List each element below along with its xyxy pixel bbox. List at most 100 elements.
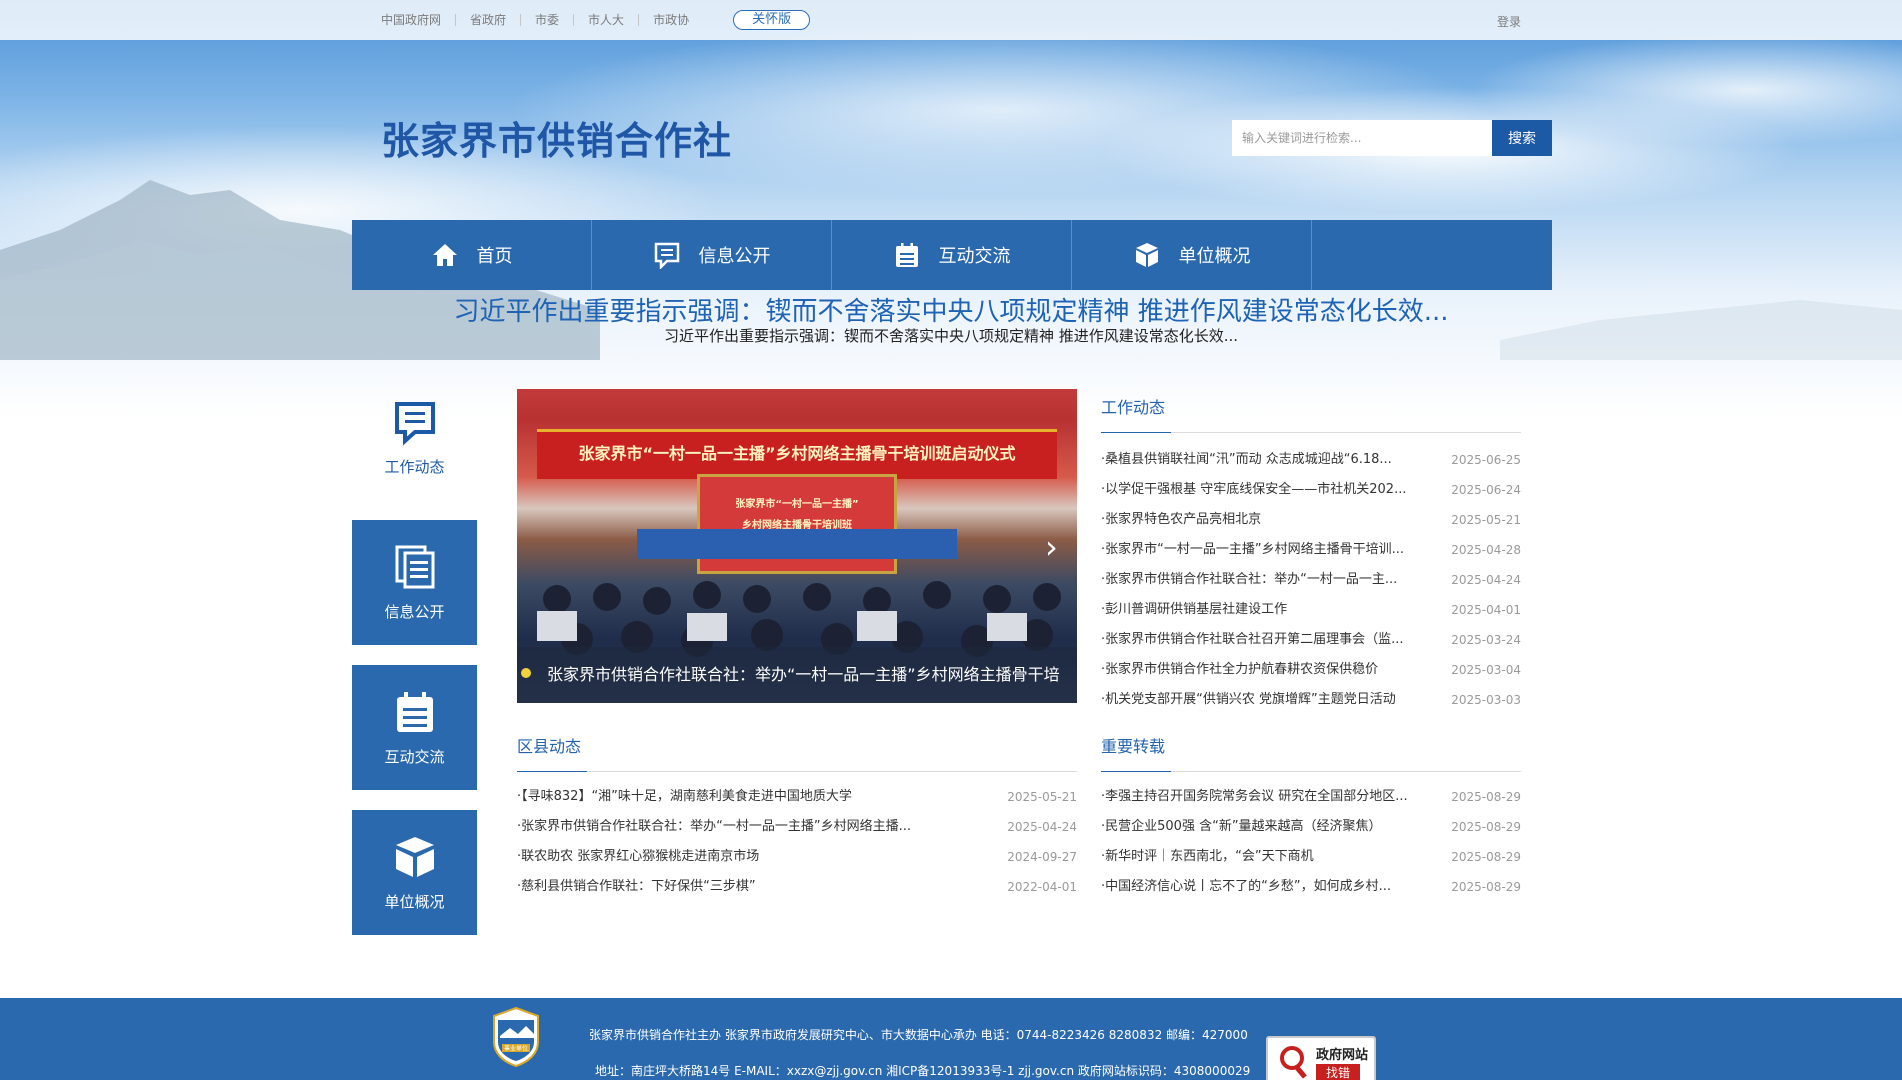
list-item[interactable]: ·彭川普调研供销基层社建设工作 2025-04-01 [1101, 595, 1521, 625]
box-icon [395, 837, 434, 877]
search-box: 搜索 [1232, 120, 1552, 156]
panel-title[interactable]: 重要转载 [1101, 732, 1521, 772]
news-title[interactable]: ·以学促干强根基 守牢底线保安全——市社机关202... [1101, 475, 1406, 505]
side-item-about[interactable]: 单位概况 [352, 810, 477, 935]
list-item[interactable]: ·李强主持召开国务院常务会议 研究在全国部分地区... 2025-08-29 [1101, 782, 1521, 812]
news-title[interactable]: ·桑植县供销联社闻“汛”而动 众志成城迎战“6.18... [1101, 445, 1392, 475]
news-title[interactable]: ·彭川普调研供销基层社建设工作 [1101, 595, 1287, 625]
list-item[interactable]: ·张家界市供销合作社全力护航春耕农资保供稳价 2025-03-04 [1101, 655, 1521, 685]
news-date: 2025-05-21 [1451, 513, 1521, 527]
news-title[interactable]: ·联农助农 张家界红心猕猴桃走进南京市场 [517, 842, 759, 872]
list-item[interactable]: ·机关党支部开展“供销兴农 党旗增辉”主题党日活动 2025-03-03 [1101, 685, 1521, 715]
nav-item-home[interactable]: 首页 [352, 220, 592, 290]
county-news-panel: 区县动态 ·【寻味832】“湘”味十足，湖南慈利美食走进中国地质大学 2025-0… [517, 732, 1077, 902]
carousel-caption[interactable]: 张家界市供销合作社联合社：举办“一村一品一主播”乡村网络主播骨干培 [517, 647, 1077, 703]
news-title[interactable]: ·张家界特色农产品亮相北京 [1101, 505, 1261, 535]
chevron-right-icon[interactable]: › [1045, 529, 1069, 565]
side-item-label: 单位概况 [384, 893, 445, 911]
news-list: ·桑植县供销联社闻“汛”而动 众志成城迎战“6.18... 2025-06-25 … [1101, 445, 1521, 715]
toplink-province[interactable]: 省政府 [456, 14, 522, 26]
news-date: 2025-04-24 [1007, 820, 1077, 834]
news-date: 2025-03-24 [1451, 633, 1521, 647]
side-menu: 工作动态 信息公开 互动交流 单位概况 [352, 375, 477, 955]
message-icon [653, 241, 681, 269]
news-title[interactable]: ·李强主持召开国务院常务会议 研究在全国部分地区... [1101, 782, 1408, 812]
news-title[interactable]: ·慈利县供销合作联社：下好保供“三步棋” [517, 872, 756, 902]
news-title[interactable]: ·张家界市“一村一品一主播”乡村网络主播骨干培训... [1101, 535, 1404, 565]
footer-address-line: 地址：南庄坪大桥路14号 E-MAIL：xxzx@zjj.gov.cn 湘ICP… [595, 1064, 1251, 1078]
side-item-info[interactable]: 信息公开 [352, 520, 477, 645]
side-item-interaction[interactable]: 互动交流 [352, 665, 477, 790]
news-title[interactable]: ·民营企业500强 含“新”量越来越高（经济聚焦） [1101, 812, 1382, 842]
search-input[interactable] [1232, 120, 1492, 156]
message-icon [394, 402, 435, 446]
clipboard-icon [893, 241, 921, 269]
nav-label: 互动交流 [938, 246, 1011, 267]
toplink-cppcc[interactable]: 市政协 [639, 14, 703, 26]
reprint-news-panel: 重要转载 ·李强主持召开国务院常务会议 研究在全国部分地区... 2025-08-… [1101, 732, 1521, 902]
side-item-label: 互动交流 [384, 748, 445, 766]
news-date: 2025-08-29 [1451, 880, 1521, 894]
news-title[interactable]: ·张家界市供销合作社联合社召开第二届理事会（监... [1101, 625, 1404, 655]
toplink-gov-cn[interactable]: 中国政府网 [381, 14, 457, 26]
report-error-badge[interactable]: 政府网站 找错 [1266, 1036, 1376, 1080]
list-item[interactable]: ·桑植县供销联社闻“汛”而动 众志成城迎战“6.18... 2025-06-25 [1101, 445, 1521, 475]
news-title[interactable]: ·【寻味832】“湘”味十足，湖南慈利美食走进中国地质大学 [517, 782, 852, 812]
list-item[interactable]: ·张家界市供销合作社联合社：举办“一村一品一主... 2025-04-24 [1101, 565, 1521, 595]
toplink-party[interactable]: 市委 [521, 14, 575, 26]
magnifier-icon [1280, 1046, 1307, 1079]
institution-emblem-icon[interactable]: 事业单位 [490, 1006, 542, 1068]
list-item[interactable]: ·新华时评｜东西南北，“会”天下商机 2025-08-29 [1101, 842, 1521, 872]
side-item-label: 信息公开 [384, 603, 445, 621]
footer-info-line: 张家界市供销合作社主办 张家界市政府发展研究中心、市大数据中心承办 电话：074… [589, 1028, 1248, 1042]
news-date: 2025-03-04 [1451, 663, 1521, 677]
list-item[interactable]: ·民营企业500强 含“新”量越来越高（经济聚焦） 2025-08-29 [1101, 812, 1521, 842]
news-date: 2025-04-28 [1451, 543, 1521, 557]
site-title: 张家界市供销合作社 [381, 118, 733, 163]
list-item[interactable]: ·中国经济信心说丨忘不了的“乡愁”，如何成乡村... 2025-08-29 [1101, 872, 1521, 902]
list-item[interactable]: ·张家界特色农产品亮相北京 2025-05-21 [1101, 505, 1521, 535]
panel-title[interactable]: 工作动态 [1101, 393, 1521, 433]
nav-item-about[interactable]: 单位概况 [1072, 220, 1312, 290]
nav-item-info[interactable]: 信息公开 [592, 220, 832, 290]
news-title[interactable]: ·中国经济信心说丨忘不了的“乡愁”，如何成乡村... [1101, 872, 1391, 902]
news-date: 2025-08-29 [1451, 850, 1521, 864]
news-date: 2025-06-24 [1451, 483, 1521, 497]
news-title[interactable]: ·张家界市供销合作社联合社：举办“一村一品一主播”乡村网络主播... [517, 812, 911, 842]
news-title[interactable]: ·新华时评｜东西南北，“会”天下商机 [1101, 842, 1314, 872]
news-date: 2024-09-27 [1007, 850, 1077, 864]
news-date: 2025-08-29 [1451, 820, 1521, 834]
badge-label: 政府网站 [1316, 1048, 1369, 1063]
list-item[interactable]: ·张家界市“一村一品一主播”乡村网络主播骨干培训... 2025-04-28 [1101, 535, 1521, 565]
top-links: 中国政府网 省政府 市委 市人大 市政协 关怀版 [381, 0, 811, 40]
side-item-work-news[interactable]: 工作动态 [352, 375, 477, 500]
news-date: 2025-04-01 [1451, 603, 1521, 617]
list-item[interactable]: ·慈利县供销合作联社：下好保供“三步棋” 2022-04-01 [517, 872, 1077, 902]
search-button[interactable]: 搜索 [1492, 120, 1552, 156]
list-item[interactable]: ·联农助农 张家界红心猕猴桃走进南京市场 2024-09-27 [517, 842, 1077, 872]
news-carousel[interactable]: 张家界市“一村一品一主播”乡村网络主播骨干培训班启动仪式 张家界市“一村一品一主… [517, 389, 1077, 703]
headline-subtitle[interactable]: 习近平作出重要指示强调：锲而不舍落实中央八项规定精神 推进作风建设常态化长效..… [0, 325, 1902, 346]
list-item[interactable]: ·以学促干强根基 守牢底线保安全——市社机关202... 2025-06-24 [1101, 475, 1521, 505]
main-nav: 首页 信息公开 互动交流 单位概况 [352, 220, 1552, 290]
news-date: 2025-08-29 [1451, 790, 1521, 804]
list-item[interactable]: ·【寻味832】“湘”味十足，湖南慈利美食走进中国地质大学 2025-05-21 [517, 782, 1077, 812]
headline-title[interactable]: 习近平作出重要指示强调：锲而不舍落实中央八项规定精神 推进作风建设常态化长效..… [0, 291, 1902, 328]
top-bar: 中国政府网 省政府 市委 市人大 市政协 关怀版 登录 [0, 0, 1902, 40]
carousel-screen-text-1: 张家界市“一村一品一主播” [735, 499, 859, 510]
news-title[interactable]: ·张家界市供销合作社全力护航春耕农资保供稳价 [1101, 655, 1378, 685]
news-title[interactable]: ·机关党支部开展“供销兴农 党旗增辉”主题党日活动 [1101, 685, 1396, 715]
carousel-photo-banner: 张家界市“一村一品一主播”乡村网络主播骨干培训班启动仪式 [537, 429, 1057, 479]
nav-item-interaction[interactable]: 互动交流 [832, 220, 1072, 290]
box-icon [1133, 241, 1161, 269]
news-list: ·【寻味832】“湘”味十足，湖南慈利美食走进中国地质大学 2025-05-21 … [517, 782, 1077, 902]
panel-title[interactable]: 区县动态 [517, 732, 1077, 772]
toplink-npc[interactable]: 市人大 [574, 14, 640, 26]
care-mode-button[interactable]: 关怀版 [733, 10, 811, 30]
news-title[interactable]: ·张家界市供销合作社联合社：举办“一村一品一主... [1101, 565, 1397, 595]
login-link[interactable]: 登录 [1497, 13, 1521, 30]
home-icon [431, 241, 459, 269]
list-item[interactable]: ·张家界市供销合作社联合社：举办“一村一品一主播”乡村网络主播... 2025-0… [517, 812, 1077, 842]
list-item[interactable]: ·张家界市供销合作社联合社召开第二届理事会（监... 2025-03-24 [1101, 625, 1521, 655]
carousel-dot[interactable] [521, 668, 531, 678]
